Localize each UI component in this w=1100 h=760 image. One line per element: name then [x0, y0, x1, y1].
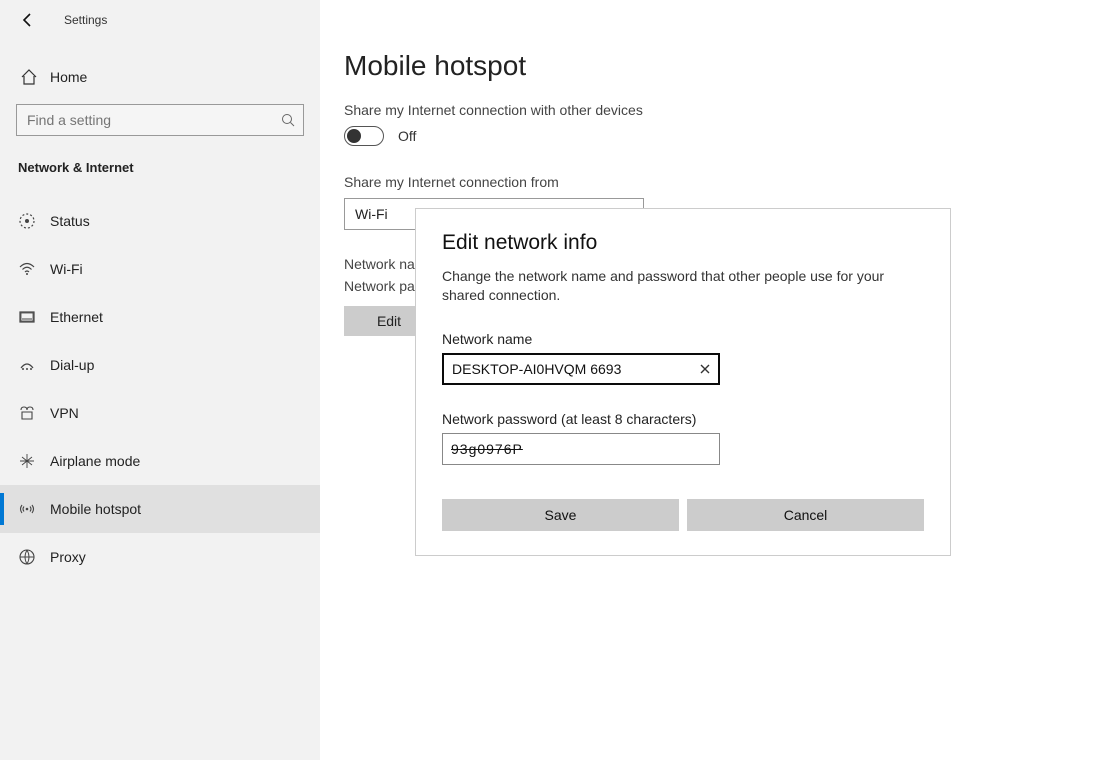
sidebar-nav: Status Wi-Fi Ethernet Dial-up — [0, 197, 320, 581]
app-title: Settings — [64, 13, 107, 27]
sidebar-item-label: Dial-up — [50, 357, 94, 373]
globe-icon — [18, 548, 36, 566]
sidebar-item-label: Wi-Fi — [50, 261, 83, 277]
search-input[interactable] — [17, 105, 303, 135]
share-from-value: Wi-Fi — [355, 206, 388, 222]
network-name-input-wrap[interactable] — [442, 353, 720, 385]
clear-input-icon[interactable] — [698, 362, 712, 376]
sidebar-item-label: Airplane mode — [50, 453, 140, 469]
sidebar-item-vpn[interactable]: VPN — [0, 389, 320, 437]
page-title: Mobile hotspot — [344, 50, 1100, 82]
edit-network-dialog: Edit network info Change the network nam… — [415, 208, 951, 556]
sidebar-item-label: Status — [50, 213, 90, 229]
share-from-label: Share my Internet connection from — [344, 174, 1100, 190]
sidebar-item-ethernet[interactable]: Ethernet — [0, 293, 320, 341]
dialog-title: Edit network info — [442, 231, 924, 255]
sidebar-item-dialup[interactable]: Dial-up — [0, 341, 320, 389]
sidebar-item-proxy[interactable]: Proxy — [0, 533, 320, 581]
search-icon — [281, 113, 295, 127]
sidebar-item-label: Proxy — [50, 549, 86, 565]
sidebar-item-label: VPN — [50, 405, 79, 421]
share-toggle-label: Share my Internet connection with other … — [344, 102, 1100, 118]
dialog-description: Change the network name and password tha… — [442, 267, 924, 305]
sidebar-item-airplane[interactable]: Airplane mode — [0, 437, 320, 485]
sidebar-group-label: Network & Internet — [0, 148, 320, 185]
save-button[interactable]: Save — [442, 499, 679, 531]
hotspot-icon — [18, 500, 36, 518]
sidebar-item-label: Mobile hotspot — [50, 501, 141, 517]
back-arrow-icon[interactable] — [20, 12, 36, 28]
share-toggle[interactable] — [344, 126, 384, 146]
network-name-label: Network name — [442, 331, 924, 347]
sidebar-item-label: Ethernet — [50, 309, 103, 325]
dialup-icon — [18, 356, 36, 374]
network-password-label: Network password (at least 8 characters) — [442, 411, 924, 427]
sidebar-home[interactable]: Home — [0, 58, 320, 96]
sidebar: Settings Home Network & Internet Stat — [0, 0, 320, 760]
share-toggle-state: Off — [398, 128, 416, 144]
search-input-wrap[interactable] — [16, 104, 304, 136]
airplane-icon — [18, 452, 36, 470]
sidebar-item-status[interactable]: Status — [0, 197, 320, 245]
network-password-input-wrap[interactable] — [442, 433, 720, 465]
ethernet-icon — [18, 308, 36, 326]
network-name-input[interactable] — [452, 361, 698, 377]
sidebar-item-hotspot[interactable]: Mobile hotspot — [0, 485, 320, 533]
status-icon — [18, 212, 36, 230]
home-icon — [20, 68, 38, 86]
wifi-icon — [18, 260, 36, 278]
cancel-button[interactable]: Cancel — [687, 499, 924, 531]
vpn-icon — [18, 404, 36, 422]
sidebar-item-wifi[interactable]: Wi-Fi — [0, 245, 320, 293]
sidebar-home-label: Home — [50, 69, 87, 85]
network-password-input[interactable] — [451, 441, 711, 457]
